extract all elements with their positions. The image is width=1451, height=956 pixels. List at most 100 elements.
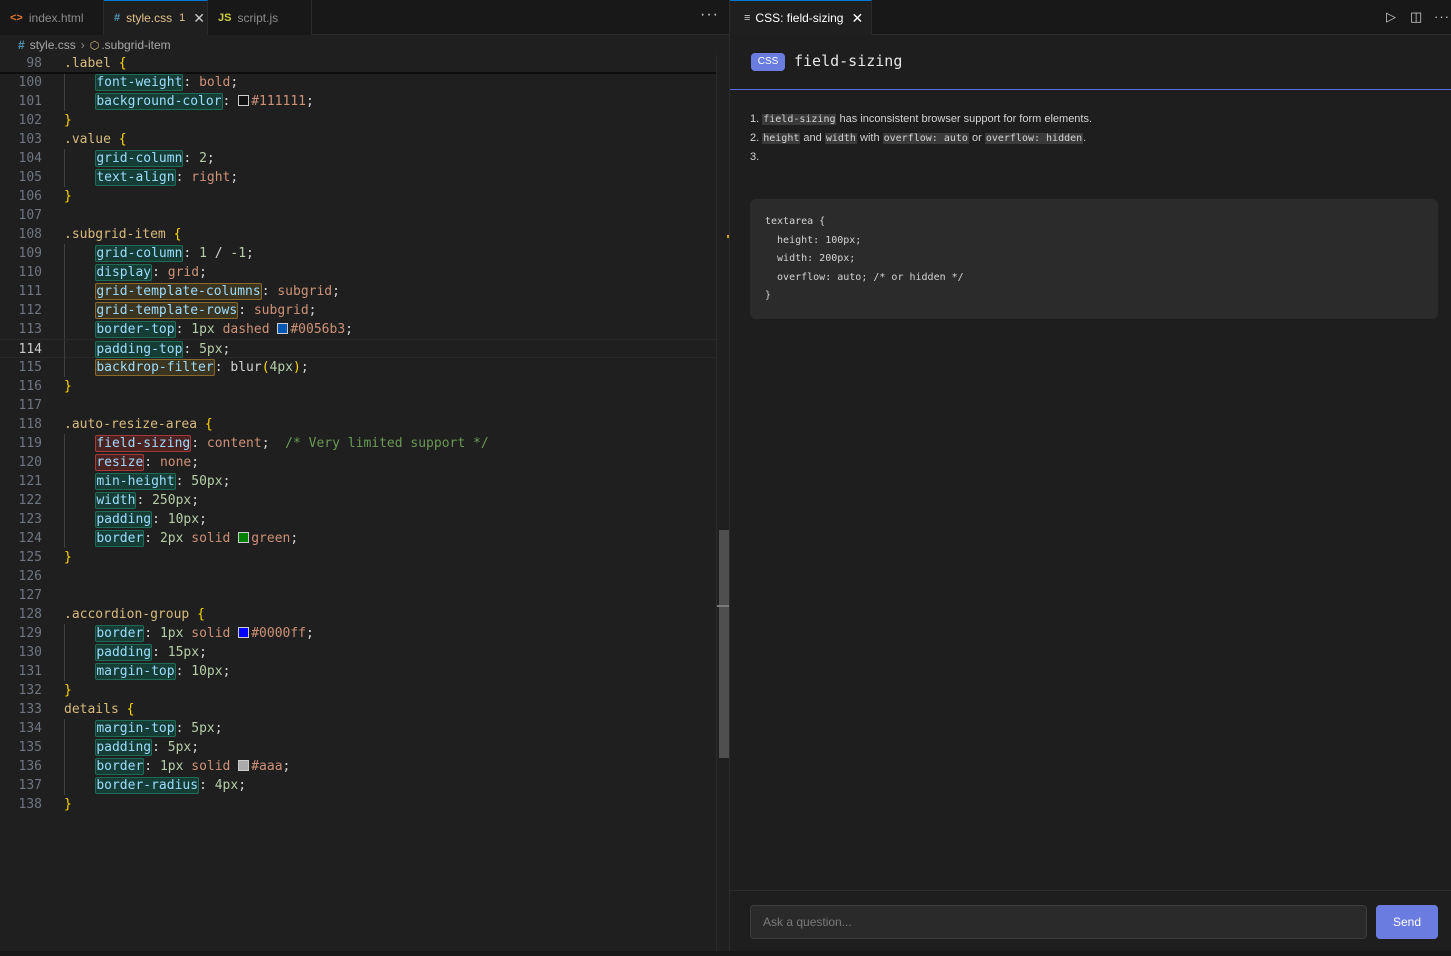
code-text: .label { (64, 54, 127, 73)
panel-title: field-sizing (794, 52, 903, 70)
code-line[interactable]: 106} (0, 187, 716, 206)
inline-code: field-sizing (762, 114, 837, 125)
code-line[interactable]: 138} (0, 795, 716, 814)
punctuation: ; (191, 455, 200, 470)
breadcrumb-file[interactable]: style.css (30, 38, 76, 52)
color-swatch[interactable] (238, 760, 250, 771)
tab-style-css[interactable]: # style.css 1 ✕ (104, 0, 208, 35)
code-line[interactable]: 114 padding-top: 5px; (0, 339, 716, 359)
number: 1px (191, 322, 215, 337)
color-swatch[interactable] (277, 323, 289, 334)
code-line[interactable]: 107 (0, 206, 716, 225)
punctuation: : (222, 94, 239, 109)
punctuation: : (183, 246, 200, 261)
tab-css-field-sizing[interactable]: ≡ CSS: field-sizing ✕ (730, 0, 873, 35)
bracket: } (64, 113, 72, 128)
code-line[interactable]: 126 (0, 567, 716, 586)
color-swatch[interactable] (238, 627, 250, 638)
note-item: 3. (750, 148, 1092, 167)
code-line[interactable]: 133 details { (0, 700, 716, 719)
code-line[interactable]: 101 background-color: #111111; (0, 92, 716, 111)
color-swatch[interactable] (238, 532, 250, 543)
code-line[interactable]: 109 grid-column: 1 / -1; (0, 244, 716, 263)
bracket: { (126, 702, 135, 717)
property: grid-template-rows (95, 302, 239, 319)
code-line[interactable]: 98 .label { (0, 54, 716, 73)
breadcrumb-symbol[interactable]: .subgrid-item (101, 38, 170, 52)
code-line[interactable]: 134 margin-top: 5px; (0, 719, 716, 738)
close-icon[interactable]: ✕ (851, 10, 863, 27)
more-actions-icon[interactable]: ··· (700, 6, 719, 24)
code-line[interactable]: 115 backdrop-filter: blur(4px); (0, 358, 716, 377)
punctuation: : (152, 645, 168, 660)
code-line[interactable]: 111 grid-template-columns: subgrid; (0, 282, 716, 301)
code-line[interactable]: 102} (0, 111, 716, 130)
line-number: 125 (18, 550, 42, 565)
close-icon[interactable]: ✕ (193, 10, 205, 27)
value: green (251, 531, 291, 546)
punctuation: / (206, 246, 231, 261)
code-line[interactable]: 108 .subgrid-item { (0, 225, 716, 244)
send-button[interactable]: Send (1376, 905, 1438, 939)
code-line[interactable]: 122 width: 250px; (0, 491, 716, 510)
code-line[interactable]: 118 .auto-resize-area { (0, 415, 716, 434)
scrollbar-cursor-marker (717, 605, 729, 607)
code-line[interactable]: 121 min-height: 50px; (0, 472, 716, 491)
line-number: 114 (18, 342, 42, 357)
code-line[interactable]: 124 border: 2px solid green; (0, 529, 716, 548)
code-line[interactable]: 104 grid-column: 2; (0, 149, 716, 168)
code-line[interactable]: 110 display: grid; (0, 263, 716, 282)
code-text: border-radius: 4px; (64, 776, 246, 795)
comment: /* Very limited support */ (285, 436, 489, 451)
code-text: } (64, 187, 72, 206)
line-number: 107 (18, 208, 42, 223)
inline-code: width (824, 133, 857, 144)
code-line[interactable]: 132} (0, 681, 716, 700)
tab-index-html[interactable]: <> index.html (0, 0, 104, 35)
tab-script-js[interactable]: JS script.js (208, 0, 312, 35)
scrollbar-thumb[interactable] (719, 530, 729, 758)
line-number: 137 (18, 778, 42, 793)
bracket: } (64, 797, 72, 812)
code-line[interactable]: 129 border: 1px solid #0000ff; (0, 624, 716, 643)
code-line[interactable]: 123 padding: 10px; (0, 510, 716, 529)
code-line[interactable]: 137 border-radius: 4px; (0, 776, 716, 795)
code-line[interactable]: 113 border-top: 1px dashed #0056b3; (0, 320, 716, 339)
code-line[interactable]: 128 .accordion-group { (0, 605, 716, 624)
line-number: 134 (18, 721, 42, 736)
property: margin-top (95, 663, 176, 680)
code-line[interactable]: 127 (0, 586, 716, 605)
color-swatch[interactable] (238, 95, 250, 106)
punctuation: : (199, 778, 215, 793)
code-line[interactable]: 117 (0, 396, 716, 415)
more-actions-icon[interactable]: ··· (1434, 9, 1450, 24)
punctuation: ; (222, 664, 231, 679)
code-line[interactable]: 100 font-weight: bold; (0, 73, 716, 92)
code-line[interactable]: 130 padding: 15px; (0, 643, 716, 662)
code-line[interactable]: 116} (0, 377, 716, 396)
code-line[interactable]: 131 margin-top: 10px; (0, 662, 716, 681)
value: subgrid (277, 284, 333, 299)
punctuation: : (136, 493, 153, 508)
split-editor-icon[interactable]: ◫ (1410, 9, 1422, 25)
code-editor[interactable]: 98 .label {100 font-weight: bold; 101 back… (0, 54, 716, 956)
bracket: } (64, 683, 72, 698)
ask-input[interactable] (750, 905, 1367, 939)
code-line[interactable]: 120 resize: none; (0, 453, 716, 472)
code-line[interactable]: 105 text-align: right; (0, 168, 716, 187)
code-line[interactable]: 119 field-sizing: content; /* Very limit… (0, 434, 716, 453)
code-line[interactable]: 136 border: 1px solid #aaa; (0, 757, 716, 776)
code-text: padding-top: 5px; (64, 340, 230, 359)
editor-scrollbar[interactable] (716, 55, 729, 956)
code-line[interactable]: 135 padding: 5px; (0, 738, 716, 757)
run-icon[interactable]: ▷ (1386, 9, 1396, 25)
code-text: padding: 5px; (64, 738, 199, 757)
punctuation: ; (191, 740, 200, 755)
code-line[interactable]: 125} (0, 548, 716, 567)
code-line[interactable]: 103 .value { (0, 130, 716, 149)
code-line[interactable]: 112 grid-template-rows: subgrid; (0, 301, 716, 320)
